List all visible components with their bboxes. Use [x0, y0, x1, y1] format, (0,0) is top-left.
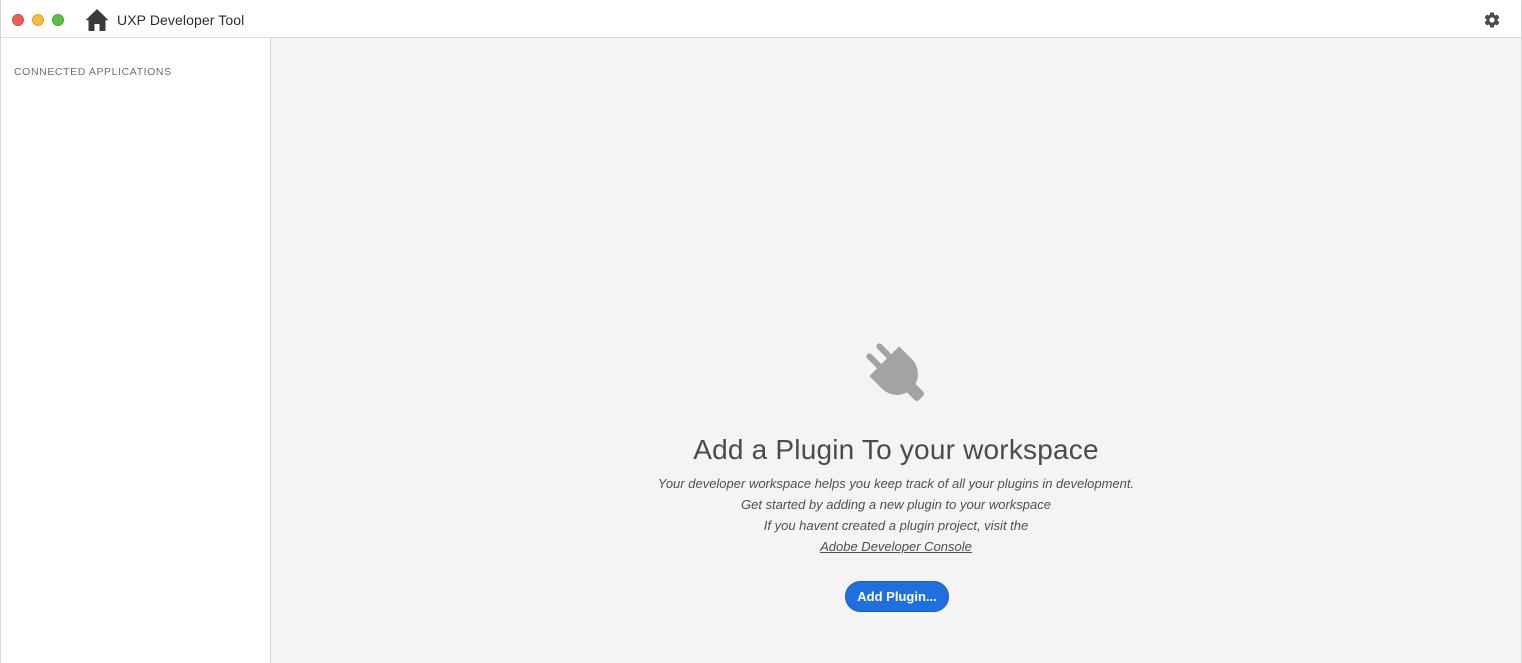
- connected-applications-heading: CONNECTED APPLICATIONS: [14, 66, 172, 78]
- empty-state-description-line: If you havent created a plugin project, …: [763, 518, 1029, 533]
- empty-state-description-line: Get started by adding a new plugin to yo…: [740, 497, 1051, 512]
- gear-icon[interactable]: [1483, 11, 1501, 29]
- app-window: UXP Developer Tool CONNECTED APPLICATION…: [0, 0, 1522, 663]
- app-title: UXP Developer Tool: [117, 12, 245, 28]
- adobe-developer-console-link[interactable]: Adobe Developer Console: [820, 539, 972, 554]
- empty-state-description-line: Your developer workspace helps you keep …: [657, 476, 1135, 491]
- close-window-button[interactable]: [12, 14, 24, 26]
- sidebar: CONNECTED APPLICATIONS: [1, 38, 271, 663]
- workspace-panel: Add a Plugin To your workspace Your deve…: [271, 38, 1521, 663]
- maximize-window-button[interactable]: [52, 14, 64, 26]
- add-plugin-button[interactable]: Add Plugin...: [845, 581, 949, 612]
- empty-state: Add a Plugin To your workspace Your deve…: [271, 38, 1521, 663]
- empty-state-title: Add a Plugin To your workspace: [693, 434, 1099, 465]
- developer-console-link-row: Adobe Developer Console: [271, 539, 1521, 555]
- title-bar: UXP Developer Tool: [1, 0, 1521, 38]
- home-icon[interactable]: [84, 8, 110, 32]
- minimize-window-button[interactable]: [32, 14, 44, 26]
- plug-icon: [866, 343, 925, 402]
